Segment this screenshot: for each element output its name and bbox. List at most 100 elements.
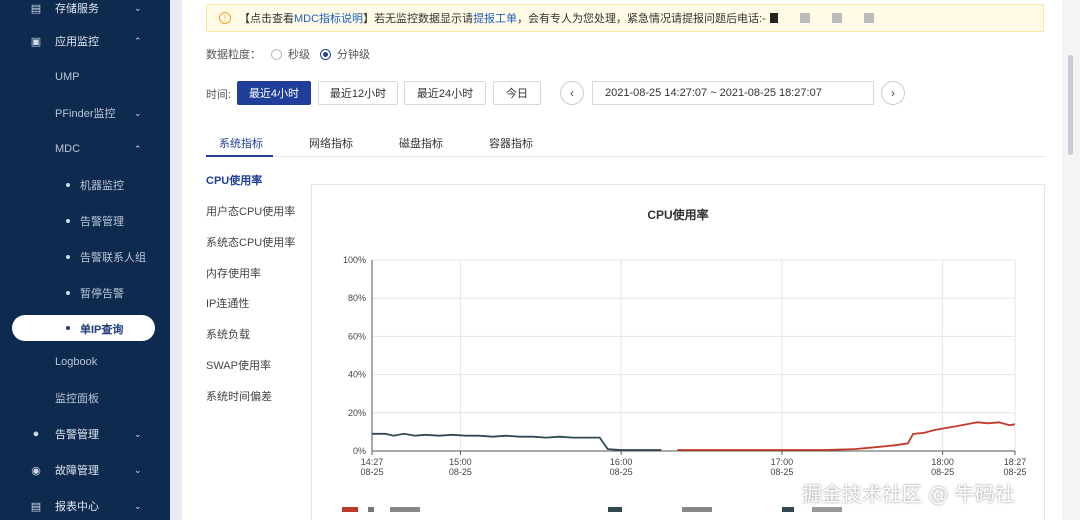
sidebar-item-label: MDC [55,143,81,155]
sidebar-item-3[interactable]: PFinder监控 ⌄ [0,99,170,127]
metric-sys-cpu[interactable]: 系统态CPU使用率 [206,234,295,250]
scrollbar-thumb[interactable] [1068,55,1073,155]
bullet-dot [66,255,70,259]
tab-network-metrics[interactable]: 网络指标 [309,135,353,151]
y-tick-label: 60% [348,331,366,341]
metric-tabs: 系统指标 网络指标 磁盘指标 容器指标 [206,128,1044,157]
chevron-down-icon: ⌄ [134,464,142,475]
x-tick-label: 16:00 [610,457,633,467]
notice-text-2: ，会有专人为您处理，紧急情况请提报问题后电话:- [517,13,766,25]
sidebar-item-4[interactable]: MDC ⌃ [0,135,170,163]
chevron-up-icon: ⌃ [134,35,142,46]
notice-banner: ! 【点击查看 MDC指标说明 】 若无监控数据显示请 提报工单 ，会有专人为您… [206,4,1044,32]
layout-gutter [170,0,182,520]
tab-system-metrics[interactable]: 系统指标 [219,135,263,151]
radio-minutes-label: 分钟级 [337,49,370,61]
chevron-right-icon: › [891,86,895,100]
sidebar-item-9[interactable]: Logbook [0,348,170,376]
last-24h-button[interactable]: 最近24小时 [404,81,486,105]
x-tick-date: 08-25 [1003,467,1026,477]
notice-bracket-open: 【点击查看 [239,13,294,25]
sidebar-item-13[interactable]: ▤ 报表中心 ⌄ [0,492,170,520]
metric-user-cpu[interactable]: 用户态CPU使用率 [206,203,295,219]
legend-swatch [782,507,794,512]
redacted-block [368,507,374,512]
chevron-up-icon: ⌃ [134,143,142,154]
x-tick-date: 08-25 [449,467,472,477]
sidebar-item-label: UMP [55,71,80,83]
redacted-block [769,13,778,23]
y-tick-label: 0% [353,446,366,456]
chart-title: CPU使用率 [647,208,709,222]
tab-disk-metrics[interactable]: 磁盘指标 [399,135,443,151]
sidebar-item-7[interactable]: 告警联系人组 [0,243,170,271]
metric-ip-connectivity[interactable]: IP连通性 [206,295,249,311]
bullet-dot [66,326,70,330]
y-tick-label: 80% [348,293,366,303]
page-scrollbar[interactable] [1062,0,1080,520]
granularity-row: 数据粒度： 秒级 分钟级 [206,46,370,62]
metric-time-offset[interactable]: 系统时间偏差 [206,388,272,404]
sidebar-item-5[interactable]: 机器监控 [0,171,170,199]
sidebar-item-2[interactable]: UMP [0,63,170,91]
active-tab-indicator [206,155,273,157]
notice-bracket-close: 】 [363,13,375,25]
sidebar-item-label: 机器监控 [80,180,124,192]
sidebar-item-label: 存储服务 [55,3,99,15]
radio-minutes[interactable] [320,48,331,60]
redacted-block [812,507,842,512]
sidebar-item-label: 监控面板 [55,393,99,405]
granularity-label: 数据粒度： [206,49,261,61]
sidebar-item-label: 报表中心 [55,501,99,513]
sidebar-item-label: 告警联系人组 [80,252,146,264]
sidebar-item-0[interactable]: ▤ 存储服务 ⌄ [0,0,170,22]
prev-range-button[interactable]: ‹ [560,81,584,105]
sidebar-item-single-ip-query[interactable]: 单IP查询 [12,315,155,341]
today-button[interactable]: 今日 [493,81,541,105]
x-tick-date: 08-25 [360,467,383,477]
mdc-doc-link[interactable]: MDC指标说明 [294,10,363,26]
cpu-usage-chart: 0%20%40%60%80%100%14:2708-2515:0008-2516… [343,255,1027,477]
metric-cpu-usage[interactable]: CPU使用率 [206,172,262,188]
sidebar-item-10[interactable]: 监控面板 [0,384,170,412]
chevron-down-icon: ⌄ [134,2,142,13]
time-range-input[interactable]: 2021-08-25 14:27:07 ~ 2021-08-25 18:27:0… [592,81,874,105]
legend-swatch [608,507,622,512]
redacted-block [831,13,842,23]
notice-text: 若无监控数据显示请 [374,13,474,25]
chevron-down-icon: ⌄ [134,428,142,439]
next-range-button[interactable]: › [881,81,905,105]
bullet-dot [66,291,70,295]
sidebar-item-1[interactable]: ▣ 应用监控 ⌃ [0,27,170,55]
redacted-block [390,507,420,512]
x-tick-label: 18:00 [931,457,954,467]
sidebar-item-label: 故障管理 [55,465,99,477]
x-tick-label: 18:27 [1004,457,1027,467]
last-12h-button[interactable]: 最近12小时 [318,81,398,105]
series-line-1 [677,421,1016,451]
sidebar-item-11[interactable]: ● 告警管理 ⌄ [0,420,170,448]
legend-swatch [342,507,358,512]
chevron-down-icon: ⌄ [134,500,142,511]
redacted-block [682,507,712,512]
watermark: 掘金技术社区 @ 牛码社 [802,482,1015,506]
redacted-block [799,13,810,23]
y-tick-label: 100% [343,255,366,265]
sidebar-item-label: 应用监控 [55,36,99,48]
sidebar-item-12[interactable]: ◉ 故障管理 ⌄ [0,456,170,484]
radio-seconds[interactable] [271,48,282,60]
tab-container-metrics[interactable]: 容器指标 [489,135,533,151]
metric-memory[interactable]: 内存使用率 [206,265,261,281]
monitor-icon: ▣ [30,35,42,48]
x-tick-label: 14:27 [361,457,384,467]
sidebar-item-8[interactable]: 暂停告警 [0,279,170,307]
y-tick-label: 40% [348,370,366,380]
last-4h-button[interactable]: 最近4小时 [237,81,311,105]
x-tick-label: 15:00 [449,457,472,467]
metric-system-load[interactable]: 系统负载 [206,326,250,342]
metric-swap[interactable]: SWAP使用率 [206,357,271,373]
sidebar-item-6[interactable]: 告警管理 [0,207,170,235]
submit-ticket-link[interactable]: 提报工单 [473,10,517,26]
sidebar-item-label: 暂停告警 [80,288,124,300]
series-line-0 [372,432,662,451]
